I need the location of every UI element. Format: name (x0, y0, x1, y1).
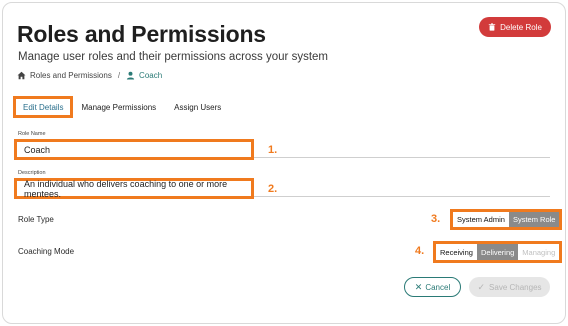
role-name-label: Role Name (18, 131, 46, 137)
delete-role-button[interactable]: Delete Role (479, 17, 551, 37)
close-icon: ✕ (414, 281, 423, 292)
role-name-input[interactable]: Coach (14, 139, 254, 160)
save-changes-label: Save Changes (489, 282, 542, 292)
delete-role-label: Delete Role (500, 22, 542, 32)
coaching-mode-option-receiving[interactable]: Receiving (436, 244, 477, 260)
breadcrumb-root-link[interactable]: Roles and Permissions (30, 71, 112, 80)
save-changes-button[interactable]: ✓ Save Changes (469, 277, 550, 297)
user-icon (126, 71, 135, 80)
marker-4: 4. (415, 245, 425, 257)
coaching-mode-toggle: Receiving Delivering Managing (433, 241, 563, 263)
tab-edit-details[interactable]: Edit Details (13, 96, 74, 118)
tab-bar: Edit Details Manage Permissions Assign U… (13, 96, 229, 118)
breadcrumb-current: Coach (139, 71, 163, 80)
cancel-button[interactable]: ✕ Cancel (404, 277, 461, 297)
role-type-option-system-admin[interactable]: System Admin (453, 212, 509, 227)
tab-assign-users[interactable]: Assign Users (166, 97, 229, 117)
marker-1: 1. (268, 144, 278, 156)
breadcrumb-separator: / (117, 71, 121, 80)
description-underline (254, 196, 550, 197)
check-icon: ✓ (477, 281, 486, 292)
breadcrumb: Roles and Permissions / Coach (17, 71, 162, 80)
role-type-label: Role Type (18, 215, 54, 224)
role-name-underline (254, 157, 550, 158)
cancel-label: Cancel (425, 282, 451, 292)
marker-2: 2. (268, 183, 278, 195)
description-input[interactable]: An individual who delivers coaching to o… (14, 178, 254, 199)
role-type-toggle: System Admin System Role (450, 209, 563, 230)
coaching-mode-option-delivering[interactable]: Delivering (476, 244, 519, 260)
role-type-option-system-role[interactable]: System Role (508, 212, 560, 227)
description-label: Description (18, 170, 46, 176)
marker-3: 3. (431, 213, 441, 225)
page-subtitle: Manage user roles and their permissions … (18, 51, 328, 63)
trash-icon (488, 23, 496, 31)
tab-manage-permissions[interactable]: Manage Permissions (73, 97, 164, 117)
home-icon (17, 71, 26, 80)
page-title: Roles and Permissions (17, 21, 266, 47)
coaching-mode-label: Coaching Mode (18, 247, 75, 256)
coaching-mode-option-managing: Managing (518, 244, 560, 260)
